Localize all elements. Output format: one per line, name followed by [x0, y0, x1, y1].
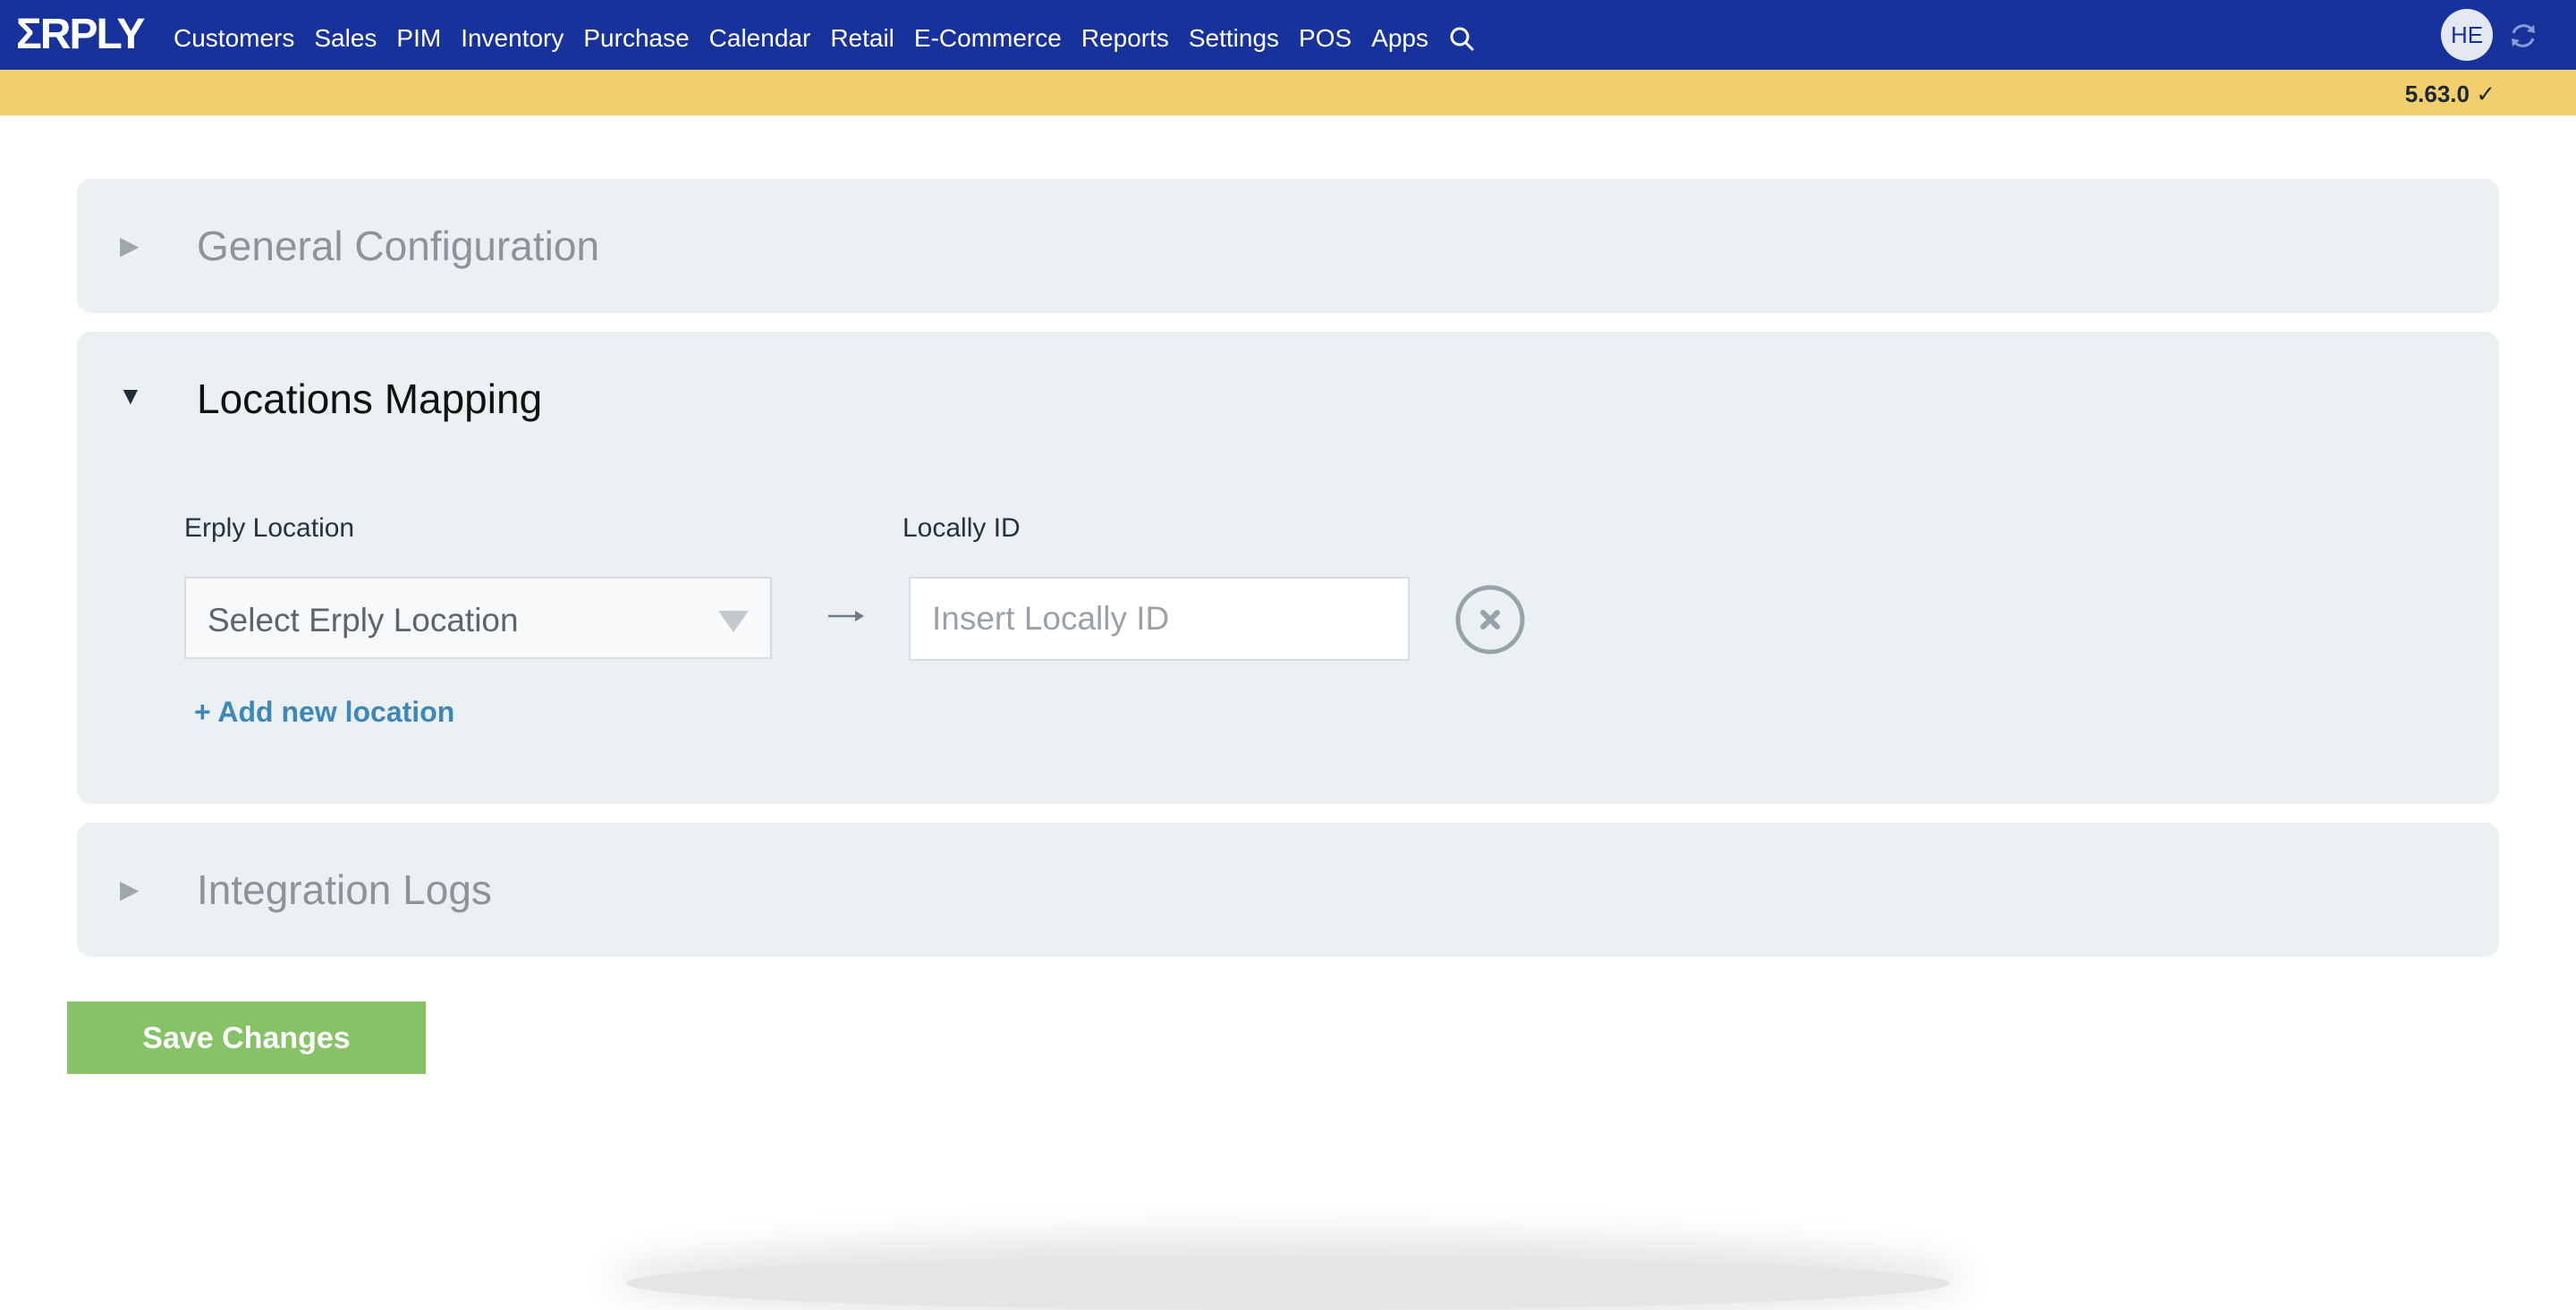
bottom-shadow — [626, 1256, 1950, 1310]
nav-item-retail[interactable]: Retail — [830, 0, 894, 77]
nav-item-inventory[interactable]: Inventory — [461, 0, 564, 77]
nav-item-settings[interactable]: Settings — [1189, 0, 1279, 77]
panel-title: General Configuration — [197, 223, 600, 269]
nav-item-reports[interactable]: Reports — [1081, 0, 1169, 77]
nav-item-pos[interactable]: POS — [1299, 0, 1352, 77]
version-label: 5.63.0 ✓ — [2404, 80, 2496, 107]
locally-id-label: Locally ID — [902, 513, 1021, 543]
nav-item-sales[interactable]: Sales — [314, 0, 377, 77]
expand-caret-icon: ▶ — [120, 232, 140, 259]
panel-general-configuration: ▶ General Configuration — [77, 179, 2499, 313]
refresh-icon[interactable] — [2507, 20, 2539, 52]
nav-item-customers[interactable]: Customers — [174, 0, 294, 77]
panel-title: Integration Logs — [197, 866, 492, 913]
panel-logs-header[interactable]: ▶ Integration Logs — [77, 823, 2499, 957]
main-nav: Customers Sales PIM Inventory Purchase C… — [174, 0, 1475, 77]
nav-item-apps[interactable]: Apps — [1371, 0, 1428, 77]
nav-item-purchase[interactable]: Purchase — [583, 0, 689, 77]
nav-item-ecommerce[interactable]: E-Commerce — [914, 0, 1062, 77]
user-avatar[interactable]: HE — [2441, 9, 2493, 61]
save-changes-button[interactable]: Save Changes — [67, 1002, 426, 1074]
select-value: Select Erply Location — [208, 602, 519, 638]
remove-row-icon[interactable] — [1454, 584, 1526, 655]
expand-caret-icon: ▶ — [120, 875, 140, 903]
erply-logo[interactable]: ΣRPLY — [16, 13, 145, 57]
nav-item-calendar[interactable]: Calendar — [709, 0, 811, 77]
panel-integration-logs: ▶ Integration Logs — [77, 823, 2499, 957]
panel-locations-header[interactable]: ▼ Locations Mapping — [77, 332, 2499, 457]
panel-locations-mapping: ▼ Locations Mapping Erply Location Local… — [77, 332, 2499, 804]
erply-location-label: Erply Location — [184, 513, 355, 543]
version-bar: 5.63.0 ✓ — [0, 70, 2576, 115]
panel-title: Locations Mapping — [197, 376, 543, 422]
locally-id-input[interactable] — [909, 577, 1410, 661]
panel-general-header[interactable]: ▶ General Configuration — [77, 179, 2499, 313]
erply-location-select[interactable]: Select Erply Location — [184, 577, 772, 659]
top-navigation-bar: ΣRPLY Customers Sales PIM Inventory Purc… — [0, 0, 2576, 70]
dropdown-arrow-icon — [718, 611, 749, 632]
nav-item-pim[interactable]: PIM — [396, 0, 441, 77]
search-icon[interactable] — [1448, 25, 1475, 52]
collapse-caret-icon: ▼ — [118, 382, 143, 410]
right-arrow-icon — [828, 611, 864, 621]
add-new-location-link[interactable]: + Add new location — [194, 696, 454, 729]
